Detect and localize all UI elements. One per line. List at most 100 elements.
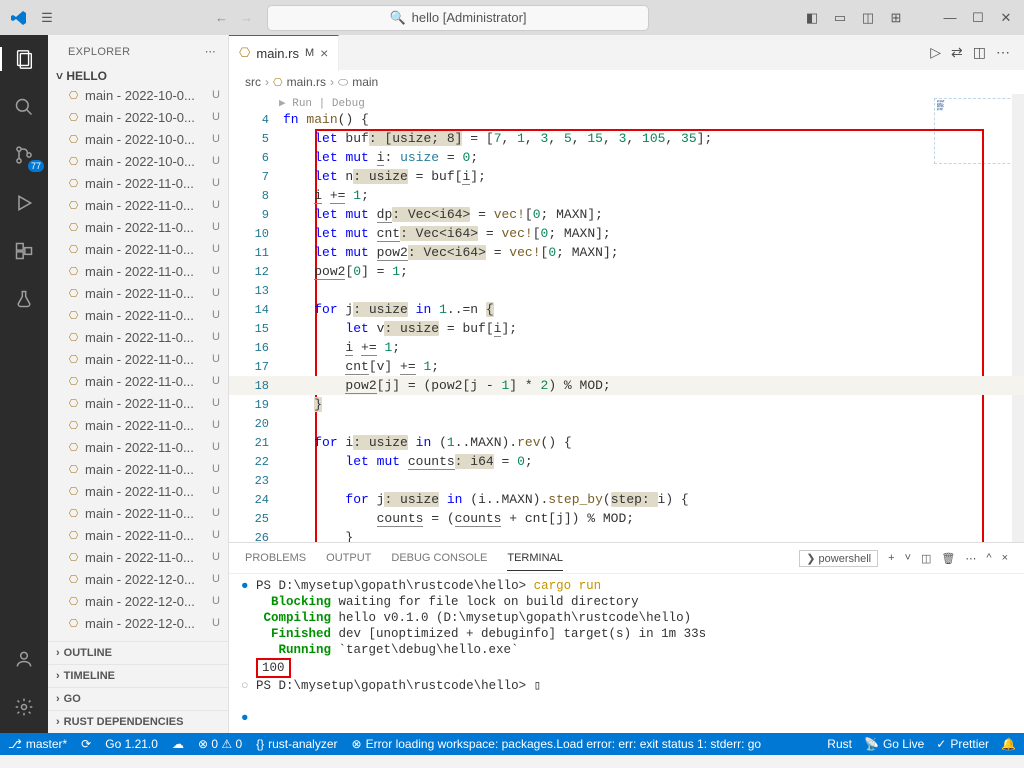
file-item[interactable]: ⎔main - 2022-11-0...U [48, 238, 228, 260]
compare-icon[interactable]: ⇄ [951, 44, 963, 61]
status-language[interactable]: Rust [827, 737, 852, 751]
file-item[interactable]: ⎔main - 2022-11-0...U [48, 282, 228, 304]
tab-main-rs[interactable]: ⎔ main.rs M × [229, 35, 339, 71]
status-prettier[interactable]: ✓ Prettier [936, 737, 989, 751]
status-sync[interactable]: ⟳ [81, 737, 91, 751]
search-activity-icon[interactable] [10, 93, 38, 121]
tab-output[interactable]: OUTPUT [326, 546, 371, 570]
file-item[interactable]: ⎔main - 2022-10-0...U [48, 106, 228, 128]
file-item[interactable]: ⎔main - 2022-12-0...U [48, 612, 228, 634]
file-item[interactable]: ⎔main - 2022-11-0...U [48, 194, 228, 216]
tab-modified-badge: M [305, 47, 314, 59]
file-item[interactable]: ⎔main - 2022-11-0...U [48, 436, 228, 458]
file-item[interactable]: ⎔main - 2022-11-0...U [48, 172, 228, 194]
rust-file-icon: ⎔ [66, 155, 81, 168]
nav-forward-icon[interactable]: → [236, 8, 257, 27]
run-icon[interactable]: ▷ [930, 44, 941, 61]
file-item[interactable]: ⎔main - 2022-10-0...U [48, 84, 228, 106]
close-icon[interactable]: ✕ [996, 10, 1016, 26]
file-item[interactable]: ⎔main - 2022-12-0...U [48, 568, 228, 590]
trash-icon[interactable]: 🗑 [941, 552, 955, 565]
testing-icon[interactable] [10, 285, 38, 313]
extensions-icon[interactable] [10, 237, 38, 265]
menu-icon[interactable]: ☰ [36, 7, 58, 29]
nav-back-icon[interactable]: ← [211, 8, 232, 27]
file-item[interactable]: ⎔main - 2022-11-0...U [48, 260, 228, 282]
panel-icon[interactable]: ▭ [830, 10, 850, 26]
file-list: ⎔main - 2022-10-0...U⎔main - 2022-10-0..… [48, 84, 228, 641]
tab-close-icon[interactable]: × [320, 45, 328, 61]
explorer-title: EXPLORER [68, 46, 130, 58]
status-bar: ⎇master* ⟳ Go 1.21.0 ☁ ⊗ 0 ⚠ 0 {} rust-a… [0, 733, 1024, 755]
explorer-icon[interactable] [10, 45, 38, 73]
layout-icon[interactable]: ◧ [802, 10, 822, 26]
status-go-live[interactable]: 📡 Go Live [864, 737, 924, 751]
sidebar-section[interactable]: › RUST DEPENDENCIES [48, 710, 228, 733]
chevron-right-icon: › [56, 647, 60, 659]
split-terminal-icon[interactable]: ◫ [921, 552, 931, 565]
file-item[interactable]: ⎔main - 2022-11-0...U [48, 546, 228, 568]
more-actions-icon[interactable]: ⋯ [996, 44, 1010, 61]
tab-terminal[interactable]: TERMINAL [507, 546, 563, 571]
rust-file-icon: ⎔ [66, 375, 81, 388]
terminal-shell-select[interactable]: ❯ powershell [799, 550, 878, 567]
file-item[interactable]: ⎔main - 2022-10-0...U [48, 150, 228, 172]
rust-file-icon: ⎔ [66, 419, 81, 432]
file-item[interactable]: ⎔main - 2022-11-0...U [48, 458, 228, 480]
breadcrumb[interactable]: src› ⎔main.rs› ⬭main [229, 70, 1024, 94]
file-item[interactable]: ⎔main - 2022-11-0...U [48, 304, 228, 326]
file-item[interactable]: ⎔main - 2022-11-0...U [48, 326, 228, 348]
rust-file-icon: ⎔ [66, 287, 81, 300]
file-item[interactable]: ⎔main - 2022-12-0...U [48, 590, 228, 612]
file-item[interactable]: ⎔main - 2022-11-0...U [48, 502, 228, 524]
bottom-panel: PROBLEMS OUTPUT DEBUG CONSOLE TERMINAL ❯… [229, 542, 1024, 733]
status-bell-icon[interactable]: 🔔 [1001, 737, 1016, 751]
status-errors[interactable]: ⊗ 0 ⚠ 0 [198, 737, 242, 751]
code-lens-run[interactable]: Run | Debug [279, 96, 365, 110]
minimize-icon[interactable]: — [940, 10, 960, 26]
rust-file-icon: ⎔ [66, 573, 81, 586]
terminal-output[interactable]: ● PS D:\mysetup\gopath\rustcode\hello> c… [229, 574, 1024, 733]
maximize-icon[interactable]: ☐ [968, 10, 988, 26]
new-terminal-icon[interactable]: + [888, 552, 894, 564]
command-center[interactable]: 🔍 hello [Administrator] [267, 5, 649, 31]
terminal-dropdown-icon[interactable]: ˅ [905, 552, 911, 564]
status-cloud[interactable]: ☁ [172, 737, 184, 751]
settings-icon[interactable] [10, 693, 38, 721]
split-icon[interactable]: ◫ [858, 10, 878, 26]
more-icon[interactable]: ⋯ [965, 552, 976, 565]
editor-area: ⎔ main.rs M × ▷ ⇄ ◫ ⋯ src› ⎔main.rs› ⬭ma… [229, 35, 1024, 733]
folder-hello[interactable]: ˅ HELLO [48, 68, 228, 84]
rust-file-icon: ⎔ [66, 397, 81, 410]
tab-problems[interactable]: PROBLEMS [245, 546, 306, 570]
activity-bar: 77 [0, 35, 48, 733]
status-go-version[interactable]: Go 1.21.0 [105, 737, 158, 751]
rust-file-icon: ⎔ [66, 529, 81, 542]
file-item[interactable]: ⎔main - 2022-11-0...U [48, 216, 228, 238]
sidebar-section[interactable]: › OUTLINE [48, 641, 228, 664]
more-icon[interactable]: ⋯ [205, 45, 216, 58]
status-rust-analyzer[interactable]: {} rust-analyzer [256, 737, 337, 751]
source-control-icon[interactable]: 77 [10, 141, 38, 169]
code-editor[interactable]: Run | Debug █ ██ █ ██ ████ █ ██ ████ █ █… [229, 94, 1024, 542]
debug-icon[interactable] [10, 189, 38, 217]
grid-icon[interactable]: ⊞ [886, 10, 906, 26]
file-item[interactable]: ⎔main - 2022-11-0...U [48, 524, 228, 546]
split-editor-icon[interactable]: ◫ [973, 44, 986, 61]
file-item[interactable]: ⎔main - 2022-11-0...U [48, 370, 228, 392]
file-item[interactable]: ⎔main - 2022-10-0...U [48, 128, 228, 150]
maximize-panel-icon[interactable]: ^ [986, 552, 991, 564]
account-icon[interactable] [10, 645, 38, 673]
file-item[interactable]: ⎔main - 2022-11-0...U [48, 392, 228, 414]
status-error-msg[interactable]: ⊗ Error loading workspace: packages.Load… [352, 737, 814, 751]
file-item[interactable]: ⎔main - 2022-11-0...U [48, 480, 228, 502]
rust-file-icon: ⎔ [66, 551, 81, 564]
file-item[interactable]: ⎔main - 2022-11-0...U [48, 348, 228, 370]
sidebar-section[interactable]: › GO [48, 687, 228, 710]
close-panel-icon[interactable]: × [1002, 552, 1008, 564]
tab-debug-console[interactable]: DEBUG CONSOLE [391, 546, 487, 570]
status-branch[interactable]: ⎇master* [8, 737, 67, 751]
sidebar-section[interactable]: › TIMELINE [48, 664, 228, 687]
file-item[interactable]: ⎔main - 2022-11-0...U [48, 414, 228, 436]
rust-file-icon: ⎔ [66, 199, 81, 212]
